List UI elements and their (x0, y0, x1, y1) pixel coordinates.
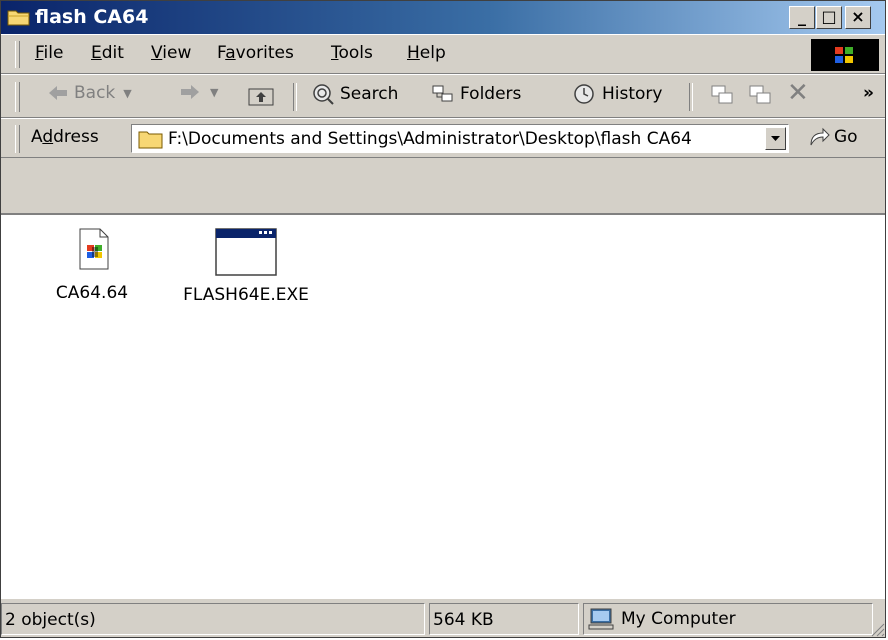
move-to-button[interactable] (709, 83, 735, 107)
delete-icon: ✕ (787, 78, 809, 108)
back-button[interactable]: Back ▼ (47, 83, 132, 103)
minimize-button[interactable]: _ (789, 6, 815, 29)
status-zone-text: My Computer (621, 609, 736, 629)
forward-arrow-icon (181, 85, 199, 99)
menu-tools-rest: ools (338, 43, 373, 63)
menu-view-accel: V (151, 43, 163, 63)
file-item[interactable]: FLASH64E.EXE (171, 225, 321, 305)
windows-file-icon (79, 228, 109, 270)
menu-favorites-accel: a (225, 43, 236, 63)
address-label-accel: d (42, 127, 54, 147)
history-label: History (602, 84, 663, 104)
toolbar-separator-1 (293, 83, 297, 111)
menu-favorites-rest: vorites (235, 43, 294, 63)
back-label: Back (74, 83, 116, 103)
file-name: FLASH64E.EXE (183, 285, 309, 305)
file-list-view[interactable]: CA64.64 FLASH64E.EXE (1, 213, 885, 599)
status-objects-text: 2 object(s) (5, 610, 96, 630)
menu-file-accel: F (35, 43, 44, 63)
maximize-icon: □ (821, 7, 837, 26)
address-dropdown-button[interactable] (765, 127, 786, 150)
menu-favorites-pre: F (217, 43, 226, 63)
up-folder-icon (248, 88, 274, 106)
explorer-window: flash CA64 _ □ × File Edit View Favorite… (0, 0, 886, 638)
menu-bar: File Edit View Favorites Tools Help (1, 34, 885, 74)
close-icon: × (851, 7, 865, 26)
resize-grip-icon[interactable] (869, 621, 885, 637)
history-button[interactable]: History (573, 83, 662, 105)
search-button[interactable]: Search (311, 83, 398, 105)
back-dropdown-icon[interactable]: ▼ (123, 87, 131, 100)
menu-help[interactable]: Help (407, 43, 446, 63)
menu-help-rest: elp (419, 43, 446, 63)
chevron-more-icon: » (863, 83, 874, 103)
menu-edit[interactable]: Edit (91, 43, 124, 63)
address-path: F:\Documents and Settings\Administrator\… (168, 129, 692, 149)
title-bar[interactable]: flash CA64 _ □ × (1, 1, 885, 34)
search-label: Search (340, 84, 399, 104)
go-label: Go (834, 127, 858, 147)
menu-help-accel: H (407, 43, 420, 63)
address-folder-icon (138, 131, 163, 149)
go-arrow-icon (810, 127, 830, 146)
up-folder-button[interactable] (247, 83, 275, 107)
chevron-down-icon (771, 136, 780, 141)
address-input[interactable]: F:\Documents and Settings\Administrator\… (131, 124, 789, 153)
file-name: CA64.64 (55, 283, 129, 303)
menu-edit-rest: dit (101, 43, 124, 63)
close-button[interactable]: × (845, 6, 871, 29)
my-computer-icon (588, 608, 614, 630)
menu-file-rest: ile (43, 43, 64, 63)
menu-view[interactable]: View (151, 43, 191, 63)
menu-grip[interactable] (15, 41, 20, 68)
copy-to-icon (749, 85, 771, 104)
menu-file[interactable]: File (35, 43, 63, 63)
menu-favorites[interactable]: Favorites (217, 43, 294, 63)
status-size-text: 564 KB (433, 610, 494, 630)
search-icon (313, 84, 334, 105)
toolbar-separator-2 (689, 83, 693, 111)
history-clock-icon (574, 84, 594, 104)
menu-tools[interactable]: Tools (331, 43, 373, 63)
folders-tree-icon (432, 85, 453, 102)
windows-flag-icon (835, 47, 853, 63)
minimize-icon: _ (798, 7, 806, 26)
folders-label: Folders (460, 84, 522, 104)
folder-icon (7, 10, 30, 26)
back-arrow-icon (49, 86, 67, 100)
delete-button[interactable]: ✕ (787, 78, 809, 108)
move-to-icon (711, 85, 733, 104)
copy-to-button[interactable] (747, 83, 773, 107)
menu-edit-accel: E (91, 43, 102, 63)
status-size: 564 KB (429, 603, 579, 635)
windows-logo-throbber (811, 39, 879, 71)
window-title: flash CA64 (35, 6, 149, 28)
folders-button[interactable]: Folders (431, 83, 521, 105)
file-item[interactable]: CA64.64 (47, 225, 137, 303)
menu-tools-accel: T (331, 43, 339, 63)
address-grip[interactable] (15, 125, 20, 153)
forward-dropdown-icon[interactable]: ▼ (210, 86, 218, 99)
address-label: Address (31, 127, 99, 147)
status-zone: My Computer (583, 603, 873, 635)
menu-view-rest: iew (162, 43, 192, 63)
status-bar: 2 object(s) 564 KB My Computer (1, 599, 885, 637)
application-icon (215, 228, 277, 276)
standard-toolbar: Back ▼ ▼ Search Folders History ✕ » (1, 74, 885, 118)
toolbar-overflow-button[interactable]: » (863, 83, 874, 103)
status-object-count: 2 object(s) (1, 603, 425, 635)
maximize-button[interactable]: □ (816, 6, 842, 29)
address-bar: Address F:\Documents and Settings\Admini… (1, 118, 885, 158)
go-button[interactable]: Go (807, 125, 858, 149)
forward-button[interactable]: ▼ (179, 83, 218, 101)
toolbar-grip[interactable] (15, 82, 20, 112)
toolbar-filler (1, 158, 885, 213)
